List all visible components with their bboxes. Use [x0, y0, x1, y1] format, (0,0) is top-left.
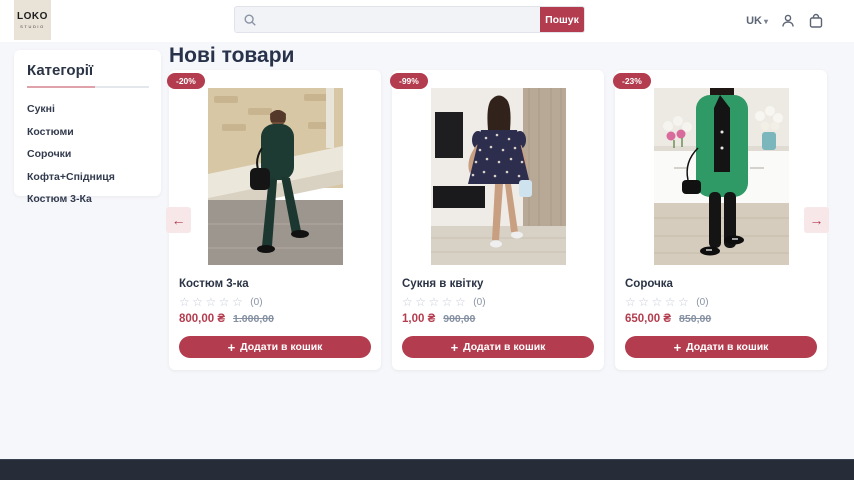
product-price-row: 800,00 ₴ 1.000,00	[179, 313, 371, 325]
price-current: 1,00 ₴	[402, 313, 435, 325]
product-title[interactable]: Костюм 3-ка	[179, 278, 371, 290]
add-to-cart-label: Додати в кошик	[686, 341, 768, 353]
search-icon	[243, 13, 257, 27]
logo[interactable]: LOKO STUDIO	[14, 0, 51, 40]
product-card: -23%	[615, 70, 827, 370]
categories-title: Категорії	[27, 62, 149, 79]
price-current: 650,00 ₴	[625, 313, 671, 325]
footer	[0, 459, 854, 480]
star-rating-icons: ☆☆☆☆☆	[179, 295, 245, 309]
arrow-right-icon: →	[810, 212, 824, 228]
carousel-next-button[interactable]: →	[804, 207, 829, 233]
logo-subtitle: STUDIO	[20, 24, 45, 29]
sidebar-item-kostyum-3ka[interactable]: Костюм 3-Ка	[27, 188, 149, 211]
product-card: -99%	[392, 70, 604, 370]
product-image[interactable]	[654, 88, 789, 265]
add-to-cart-button[interactable]: + Додати в кошик	[179, 336, 371, 358]
arrow-left-icon: ←	[172, 212, 186, 228]
product-carousel: -20%	[169, 70, 827, 370]
language-selector[interactable]: UK ▾	[746, 15, 768, 27]
price-old: 900,00	[443, 313, 475, 325]
product-title[interactable]: Сорочка	[625, 278, 817, 290]
rating-count: (0)	[473, 297, 485, 308]
product-image[interactable]	[431, 88, 566, 265]
plus-icon: +	[674, 341, 682, 354]
plus-icon: +	[228, 341, 236, 354]
product-card: -20%	[169, 70, 381, 370]
rating-count: (0)	[250, 297, 262, 308]
add-to-cart-button[interactable]: + Додати в кошик	[625, 336, 817, 358]
page-title: Нові товари	[169, 44, 294, 68]
product-rating: ☆☆☆☆☆ (0)	[402, 295, 594, 309]
search-button[interactable]: Пошук	[540, 7, 584, 32]
storefront-page: LOKO STUDIO Пошук UK ▾ Категорії	[0, 0, 854, 480]
discount-badge: -23%	[613, 73, 651, 89]
product-price-row: 650,00 ₴ 850,00	[625, 313, 817, 325]
chevron-down-icon: ▾	[764, 17, 768, 26]
header-actions: UK ▾	[746, 0, 824, 42]
carousel-prev-button[interactable]: ←	[166, 207, 191, 233]
categories-sidebar: Категорії Сукні Костюми Сорочки Кофта+Сп…	[14, 50, 161, 196]
language-code: UK	[746, 15, 762, 27]
search-input[interactable]	[235, 7, 540, 32]
discount-badge: -20%	[167, 73, 205, 89]
sidebar-item-kofta-spidnytsya[interactable]: Кофта+Спідниця	[27, 166, 149, 189]
product-price-row: 1,00 ₴ 900,00	[402, 313, 594, 325]
logo-name: LOKO	[17, 12, 48, 22]
search-bar: Пошук	[234, 6, 585, 33]
add-to-cart-label: Додати в кошик	[463, 341, 545, 353]
add-to-cart-button[interactable]: + Додати в кошик	[402, 336, 594, 358]
sidebar-item-sukni[interactable]: Сукні	[27, 98, 149, 121]
star-rating-icons: ☆☆☆☆☆	[625, 295, 691, 309]
price-current: 800,00 ₴	[179, 313, 225, 325]
price-old: 1.000,00	[233, 313, 274, 325]
product-title[interactable]: Сукня в квітку	[402, 278, 594, 290]
product-rating: ☆☆☆☆☆ (0)	[625, 295, 817, 309]
sidebar-item-kostyumy[interactable]: Костюми	[27, 121, 149, 144]
add-to-cart-label: Додати в кошик	[240, 341, 322, 353]
cart-bag-icon[interactable]	[808, 13, 824, 29]
header: LOKO STUDIO Пошук UK ▾	[0, 0, 854, 42]
sidebar-item-sorochky[interactable]: Сорочки	[27, 143, 149, 166]
star-rating-icons: ☆☆☆☆☆	[402, 295, 468, 309]
user-account-icon[interactable]	[780, 13, 796, 29]
plus-icon: +	[451, 341, 459, 354]
product-image[interactable]	[208, 88, 343, 265]
divider	[27, 86, 149, 88]
price-old: 850,00	[679, 313, 711, 325]
rating-count: (0)	[696, 297, 708, 308]
product-rating: ☆☆☆☆☆ (0)	[179, 295, 371, 309]
discount-badge: -99%	[390, 73, 428, 89]
